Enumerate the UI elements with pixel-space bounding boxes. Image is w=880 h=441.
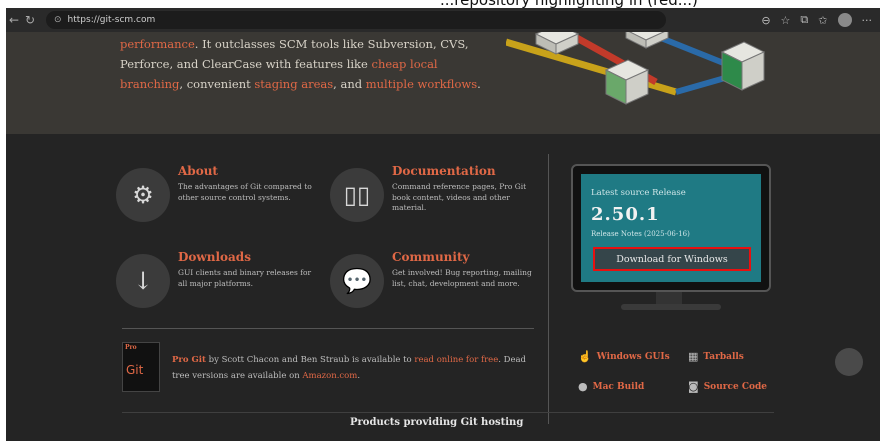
account-icon[interactable]: ⊖	[761, 14, 770, 27]
address-bar[interactable]: ⊙ https://git-scm.com	[46, 11, 666, 29]
download-arrow-icon: ↓	[116, 254, 170, 308]
multiple-workflows-link[interactable]: multiple workflows	[366, 77, 477, 91]
back-arrow-icon[interactable]: ←	[6, 13, 22, 27]
top-strip-text: ...repository highlighting in (red...)	[440, 0, 698, 8]
top-strip: ...repository highlighting in (red...)	[0, 0, 880, 8]
windows-guis-label: Windows GUIs	[596, 351, 670, 362]
browser-actions: ⊖ ☆ ⧉ ✩ ···	[761, 13, 880, 27]
browser-toolbar: ← ↻ ⊙ https://git-scm.com ⊖ ☆ ⧉ ✩ ···	[6, 8, 880, 32]
progit-book-cover[interactable]: Pro Git	[122, 342, 160, 392]
monitor-screen: Latest source Release 2.50.1 Release Not…	[581, 174, 761, 282]
code-icon: ◙	[688, 380, 699, 393]
windows-guis-link[interactable]: ☝ Windows GUIs	[578, 350, 670, 363]
progit-link[interactable]: Pro Git	[172, 355, 206, 365]
feature-downloads[interactable]: ↓ Downloads GUI clients and binary relea…	[116, 250, 326, 330]
source-code-link[interactable]: ◙ Source Code	[688, 380, 767, 393]
hero-text-part: , convenient	[179, 77, 255, 91]
feature-desc: The advantages of Git compared to other …	[178, 182, 312, 202]
feature-title[interactable]: Documentation	[392, 164, 496, 178]
hero-text: performance. It outclasses SCM tools lik…	[120, 34, 500, 94]
hero-text-part: , and	[333, 77, 366, 91]
download-for-windows-button[interactable]: Download for Windows	[593, 247, 751, 271]
read-online-link[interactable]: read online for free	[414, 355, 498, 365]
performance-link[interactable]: performance	[120, 37, 195, 51]
main-section: ⚙ About The advantages of Git compared t…	[6, 134, 880, 441]
split-screen-icon[interactable]: ⧉	[800, 13, 808, 27]
release-version: 2.50.1	[591, 204, 660, 225]
gears-icon: ⚙	[116, 168, 170, 222]
hero-text-part: .	[477, 77, 481, 91]
hand-pointer-icon: ☝	[578, 350, 592, 363]
feature-desc: Command reference pages, Pro Git book co…	[392, 182, 527, 212]
avatar[interactable]	[837, 13, 852, 27]
tarballs-link[interactable]: ▦ Tarballs	[688, 350, 744, 363]
favorite-star-icon[interactable]: ☆	[781, 14, 791, 27]
progit-text-part: by Scott Chacon and Ben Straub is availa…	[205, 355, 415, 365]
horizontal-divider-bottom	[122, 412, 774, 413]
book-cover-title: Git	[126, 363, 144, 377]
tarballs-label: Tarballs	[703, 351, 744, 362]
progit-text: Pro Git by Scott Chacon and Ben Straub i…	[172, 352, 532, 384]
mac-build-label: Mac Build	[592, 381, 645, 392]
reload-icon[interactable]: ↻	[22, 13, 38, 27]
release-monitor: Latest source Release 2.50.1 Release Not…	[571, 164, 771, 292]
amazon-link[interactable]: Amazon.com	[302, 371, 357, 381]
site-info-icon[interactable]: ⊙	[54, 15, 62, 25]
feature-documentation[interactable]: ▯▯ Documentation Command reference pages…	[330, 164, 540, 244]
feature-desc: GUI clients and binary releases for all …	[178, 268, 312, 288]
staging-areas-link[interactable]: staging areas	[254, 77, 333, 91]
favorites-icon[interactable]: ✩	[818, 14, 827, 27]
book-icon: ▯▯	[330, 168, 384, 222]
progit-text-part: .	[357, 371, 361, 381]
release-notes-link[interactable]: Release Notes (2025-06-16)	[591, 230, 690, 238]
scroll-to-top-button[interactable]	[835, 348, 863, 376]
url-text: https://git-scm.com	[67, 15, 156, 25]
feature-about[interactable]: ⚙ About The advantages of Git compared t…	[116, 164, 326, 244]
source-code-label: Source Code	[703, 381, 767, 392]
mac-build-link[interactable]: ● Mac Build	[578, 380, 644, 393]
vertical-divider	[548, 154, 549, 424]
feature-desc: Get involved! Bug reporting, mailing lis…	[392, 268, 532, 288]
hero-section: performance. It outclasses SCM tools lik…	[6, 32, 880, 134]
more-icon[interactable]: ···	[862, 14, 873, 27]
horizontal-divider	[122, 328, 534, 329]
products-heading: Products providing Git hosting	[350, 417, 524, 428]
chat-bubbles-icon: 💬	[330, 254, 384, 308]
download-links: ☝ Windows GUIs ▦ Tarballs ● Mac Build ◙ …	[576, 348, 796, 408]
feature-title[interactable]: Community	[392, 250, 469, 264]
release-label: Latest source Release	[591, 188, 686, 198]
monitor-stand-base	[621, 304, 721, 310]
apple-icon: ●	[578, 380, 588, 393]
archive-icon: ▦	[688, 350, 699, 363]
feature-title[interactable]: About	[178, 164, 218, 178]
book-cover-label: Pro	[125, 344, 137, 351]
feature-title[interactable]: Downloads	[178, 250, 251, 264]
feature-community[interactable]: 💬 Community Get involved! Bug reporting,…	[330, 250, 540, 330]
branching-illustration	[506, 32, 766, 105]
